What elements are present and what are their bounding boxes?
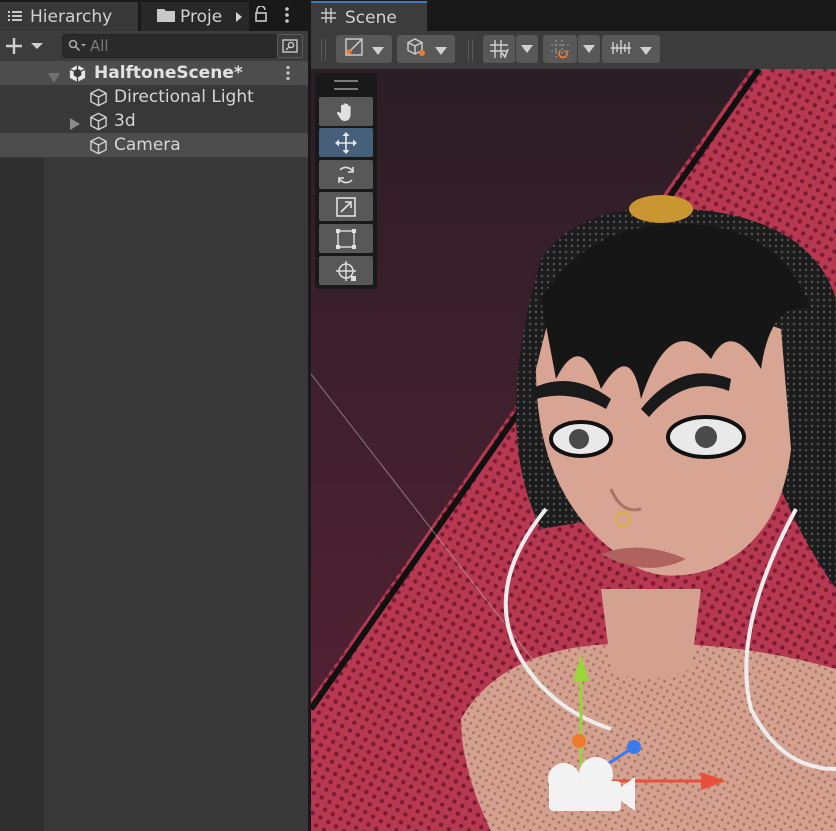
gizmo-z-handle <box>627 740 641 754</box>
chevron-down-icon <box>640 40 652 59</box>
scene-render <box>311 69 836 831</box>
chevron-down-icon <box>583 45 595 53</box>
rect-tool-icon <box>336 228 356 249</box>
hand-tool-button[interactable] <box>319 97 373 126</box>
cube-icon <box>89 136 108 159</box>
scene-kebab-icon[interactable] <box>285 65 291 85</box>
ruler-icon <box>610 38 632 60</box>
right-pupil <box>695 426 717 448</box>
hierarchy-item-camera[interactable]: Camera <box>0 133 308 157</box>
scene-name: HalftoneScene* <box>94 63 243 83</box>
hierarchy-indent-gutter <box>0 158 44 831</box>
search-mode-button[interactable] <box>277 34 303 58</box>
overlay-drag-handle[interactable] <box>334 80 358 90</box>
render-mode-dropdown[interactable] <box>397 35 455 63</box>
scene-viewport[interactable] <box>311 69 836 831</box>
tools-overlay <box>315 73 377 289</box>
kebab-icon[interactable] <box>284 6 290 28</box>
gizmo-light-handle <box>572 734 586 748</box>
hierarchy-item-directional-light[interactable]: Directional Light <box>0 85 308 109</box>
tab-scene-label: Scene <box>345 7 397 28</box>
ruler-dropdown[interactable] <box>602 35 660 63</box>
character-neck <box>601 589 701 679</box>
grid-snap-button[interactable] <box>483 35 515 63</box>
snap-options-dropdown[interactable] <box>578 35 600 63</box>
search-input[interactable]: All <box>62 34 278 58</box>
hierarchy-item-label: Camera <box>114 135 181 155</box>
tab-hierarchy-label: Hierarchy <box>30 6 113 27</box>
cube-icon <box>89 112 108 135</box>
draw-mode-dropdown[interactable] <box>336 35 392 63</box>
search-placeholder: All <box>90 37 109 55</box>
plus-icon[interactable] <box>6 37 44 59</box>
unity-logo-icon <box>68 64 87 87</box>
hierarchy-item-label: Directional Light <box>114 87 254 107</box>
grid-icon <box>490 40 509 59</box>
search-by-type-icon <box>282 39 298 53</box>
chevron-down-icon <box>521 45 533 53</box>
increment-snap-button[interactable] <box>543 35 577 63</box>
toolbar-grip[interactable] <box>321 39 326 61</box>
grid-options-dropdown[interactable] <box>516 35 538 63</box>
left-pupil <box>569 429 589 449</box>
list-icon <box>8 7 22 27</box>
lock-icon[interactable] <box>253 5 269 26</box>
transform-tool-icon <box>336 260 356 281</box>
tab-hierarchy[interactable]: Hierarchy <box>0 2 138 31</box>
hierarchy-item-label: 3d <box>114 111 136 131</box>
move-tool-icon <box>335 131 357 154</box>
hierarchy-tab-bar: Hierarchy Proje <box>0 0 308 31</box>
hash-icon <box>321 7 336 28</box>
hierarchy-item-3d[interactable]: 3d <box>0 109 308 133</box>
cube-render-icon <box>405 37 427 61</box>
hand-tool-icon <box>336 102 351 121</box>
cube-icon <box>89 88 108 111</box>
rotate-tool-button[interactable] <box>319 160 373 189</box>
shading-mode-icon <box>344 37 364 61</box>
scene-tab-bar: Scene <box>311 0 836 32</box>
search-icon <box>68 38 86 57</box>
snap-icon <box>551 40 569 59</box>
rect-tool-button[interactable] <box>319 224 373 253</box>
scene-header-row[interactable]: HalftoneScene* <box>0 61 308 85</box>
chevron-down-icon <box>372 40 384 59</box>
transform-tool-button[interactable] <box>319 256 373 285</box>
expand-arrow-right-icon[interactable] <box>70 115 80 134</box>
toolbar-grip[interactable] <box>468 39 473 61</box>
scale-tool-icon <box>336 196 356 217</box>
tab-project[interactable]: Proje <box>141 2 229 31</box>
tab-overflow-arrow[interactable] <box>229 2 249 31</box>
scene-toolbar <box>311 31 836 70</box>
hair-bun-clip <box>629 195 693 223</box>
scale-tool-button[interactable] <box>319 192 373 221</box>
move-tool-button[interactable] <box>319 128 373 157</box>
tab-scene[interactable]: Scene <box>311 1 427 32</box>
rotate-tool-icon <box>338 166 354 183</box>
folder-icon <box>157 7 175 27</box>
chevron-down-icon <box>435 40 447 59</box>
tab-project-label: Proje <box>180 6 223 27</box>
